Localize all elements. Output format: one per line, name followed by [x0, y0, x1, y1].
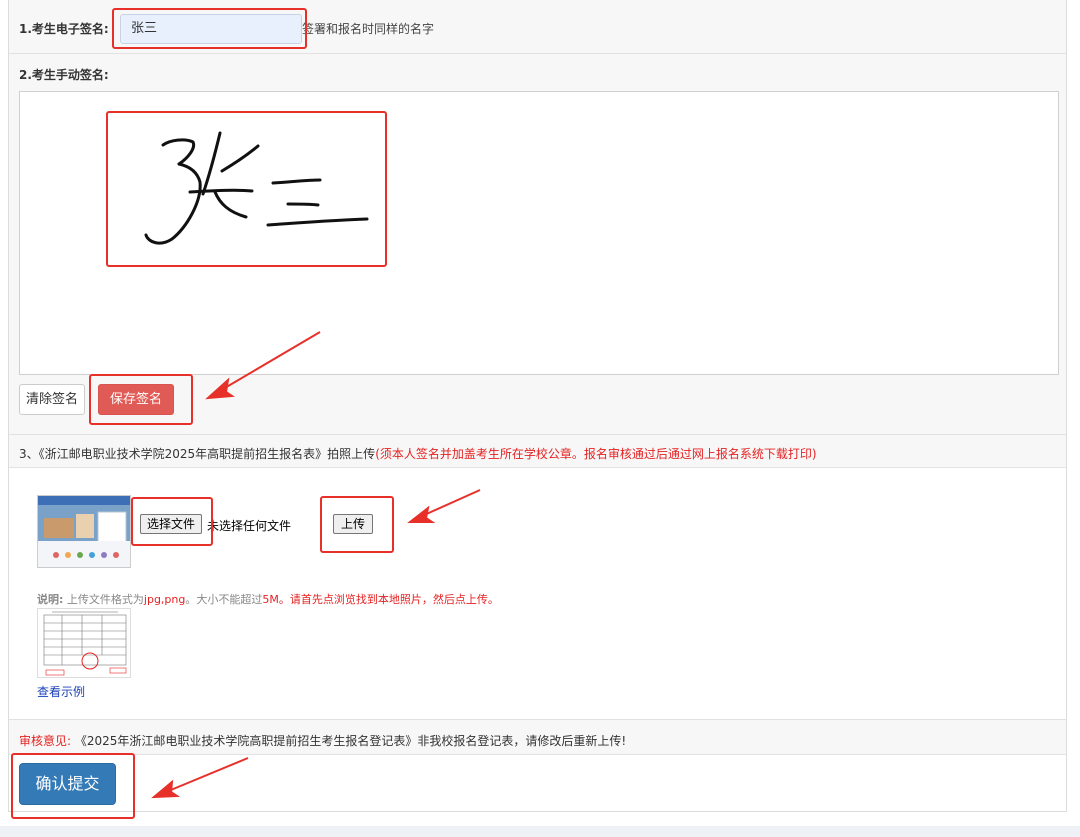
esign-label: 1.考生电子签名:: [19, 22, 109, 36]
note-label: 说明:: [37, 593, 64, 606]
thumbnail-image: [38, 496, 130, 567]
handsign-row: 2.考生手动签名: 清除签名 保存签名: [9, 54, 1066, 435]
handsign-label: 2.考生手动签名:: [19, 68, 109, 82]
example-form-image[interactable]: [37, 608, 131, 678]
upload-title-note: (须本人签名并加盖考生所在学校公章。报名审核通过后通过网上报名系统下载打印): [375, 447, 817, 461]
review-label: 审核意见:: [19, 734, 72, 748]
upload-note: 说明: 上传文件格式为jpg,png。大小不能超过5M。请首先点浏览找到本地照片…: [37, 591, 499, 607]
choose-file-button[interactable]: 选择文件: [140, 514, 202, 534]
upload-title: 3、《浙江邮电职业技术学院2025年高职提前招生报名表》拍照上传(须本人签名并加…: [19, 445, 817, 462]
note-size: 5M: [262, 593, 279, 606]
form-panel: 1.考生电子签名: 张三 签署和报名时同样的名字 2.考生手动签名: 清除签名 …: [8, 0, 1067, 812]
esign-hint: 签署和报名时同样的名字: [302, 22, 435, 36]
note-format: jpg,png: [143, 593, 186, 606]
page-bottom-strip: [0, 826, 1080, 837]
review-comment: 审核意见: 《2025年浙江邮电职业技术学院高职提前招生考生报名登记表》非我校报…: [19, 732, 626, 749]
confirm-submit-button[interactable]: 确认提交: [19, 763, 116, 805]
handwritten-signature-drawing: [144, 131, 369, 245]
review-text: 《2025年浙江邮电职业技术学院高职提前招生考生报名登记表》非我校报名登记表，请…: [74, 734, 627, 748]
upload-button[interactable]: 上传: [333, 514, 373, 534]
no-file-text: 未选择任何文件: [207, 519, 292, 533]
upload-header-row: 3、《浙江邮电职业技术学院2025年高职提前招生报名表》拍照上传(须本人签名并加…: [9, 435, 1066, 468]
clear-signature-button[interactable]: 清除签名: [19, 384, 85, 415]
view-example-link[interactable]: 查看示例: [37, 683, 85, 700]
save-signature-button[interactable]: 保存签名: [98, 384, 174, 415]
example-form-drawing: [43, 611, 127, 676]
esign-input[interactable]: 张三: [120, 14, 302, 44]
signature-canvas[interactable]: [19, 91, 1059, 375]
review-row: 审核意见: 《2025年浙江邮电职业技术学院高职提前招生考生报名登记表》非我校报…: [9, 720, 1066, 755]
esign-row: 1.考生电子签名: 张三 签署和报名时同样的名字: [9, 0, 1066, 54]
uploaded-photo-thumbnail: [37, 495, 131, 568]
note-text-1: 上传文件格式为: [66, 593, 144, 606]
upload-title-text: 3、《浙江邮电职业技术学院2025年高职提前招生报名表》拍照上传: [19, 447, 376, 461]
note-text-3: 。请首先点浏览找到本地照片，然后点上传。: [278, 593, 499, 606]
note-text-2: 。大小不能超过: [185, 593, 263, 606]
upload-area: 选择文件 未选择任何文件 上传 说明: 上传文件格式为jpg,png。大小不能超…: [9, 468, 1066, 720]
